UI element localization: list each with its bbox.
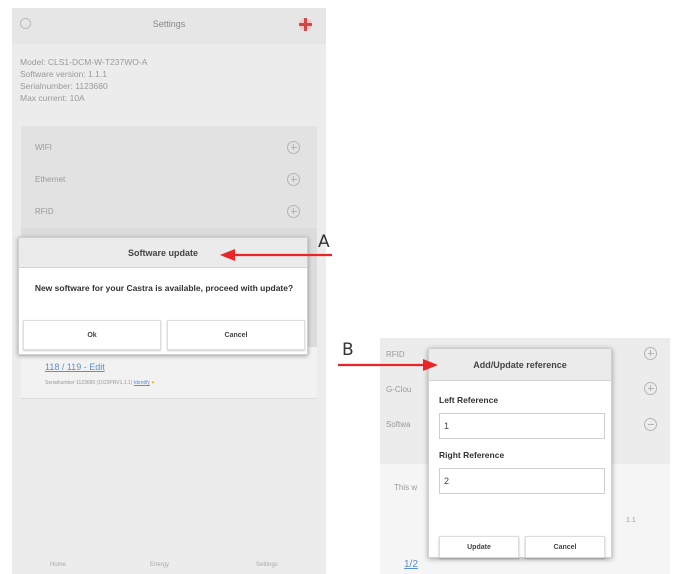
- page-title: Settings: [152, 19, 186, 29]
- left-reference-input[interactable]: [439, 413, 605, 439]
- settings-screen-b: RFID G-Clou Softwa This w 1.1 1/2 Add/Up…: [380, 338, 670, 574]
- right-reference-label: Right Reference: [439, 450, 505, 460]
- expand-plus-icon[interactable]: [644, 347, 657, 360]
- device-info: Model: CLS1-DCM-W-T237WO-A Software vers…: [20, 56, 147, 104]
- ok-button[interactable]: Ok: [23, 320, 161, 350]
- menu-item-rfid[interactable]: RFID: [21, 196, 317, 228]
- language-flag-icon[interactable]: [299, 18, 312, 31]
- nav-home[interactable]: Home: [50, 562, 66, 568]
- expand-plus-icon[interactable]: [287, 141, 300, 154]
- collapse-minus-icon[interactable]: [644, 418, 657, 431]
- charger-serial-text: Serialnumber 1123680 (1023PRV1.1.1): [45, 380, 133, 386]
- identify-link[interactable]: Identify: [134, 380, 150, 386]
- bottom-nav: Home Energy Settings: [12, 560, 326, 574]
- annotation-arrow-a: [220, 249, 332, 261]
- settings-screen-a: Settings Model: CLS1-DCM-W-T237WO-A Soft…: [12, 8, 326, 574]
- card-link[interactable]: 1/2: [404, 559, 418, 570]
- top-bar: Settings: [12, 8, 326, 44]
- expand-plus-icon[interactable]: [287, 173, 300, 186]
- menu-item-label: Softwa: [386, 420, 411, 429]
- model-text: Model: CLS1-DCM-W-T237WO-A: [20, 57, 148, 67]
- cancel-button[interactable]: Cancel: [167, 320, 305, 350]
- annotation-letter-a: A: [318, 232, 330, 252]
- bulb-icon: ●: [151, 380, 155, 386]
- cancel-button[interactable]: Cancel: [525, 536, 605, 558]
- menu-item-ethernet[interactable]: Ethernet: [21, 164, 317, 196]
- menu-item-label: WIFI: [35, 143, 52, 152]
- menu-item-label: G-Clou: [386, 385, 412, 394]
- annotation-letter-b: B: [342, 340, 354, 360]
- card-trailing-text: 1.1: [626, 517, 636, 524]
- nav-settings[interactable]: Settings: [256, 562, 278, 568]
- menu-item-wifi[interactable]: WIFI: [21, 132, 317, 164]
- reference-dialog: Add/Update reference Left Reference Righ…: [428, 348, 612, 558]
- charger-serial-line: Serialnumber 1123680 (1023PRV1.1.1) Iden…: [45, 380, 155, 386]
- left-reference-label: Left Reference: [439, 395, 499, 405]
- charger-edit-link[interactable]: 118 / 119 - Edit: [45, 362, 105, 372]
- dialog-message: New software for your Castra is availabl…: [34, 283, 294, 293]
- nav-energy[interactable]: Energy: [150, 562, 169, 568]
- software-version-text: Software version: 1.1.1: [20, 69, 107, 79]
- serial-number-text: Serialnumber: 1123680: [20, 81, 108, 91]
- max-current-text: Max current: 10A: [20, 93, 85, 103]
- expand-plus-icon[interactable]: [287, 205, 300, 218]
- annotation-arrow-b: [338, 359, 438, 371]
- dialog-buttons: Ok Cancel: [23, 320, 305, 352]
- update-button[interactable]: Update: [439, 536, 519, 558]
- menu-item-label: RFID: [35, 207, 54, 216]
- card-text: This w: [394, 483, 418, 492]
- expand-plus-icon[interactable]: [644, 382, 657, 395]
- menu-item-label: Ethernet: [35, 175, 66, 184]
- dialog-title: Add/Update reference: [429, 349, 611, 381]
- right-reference-input[interactable]: [439, 468, 605, 494]
